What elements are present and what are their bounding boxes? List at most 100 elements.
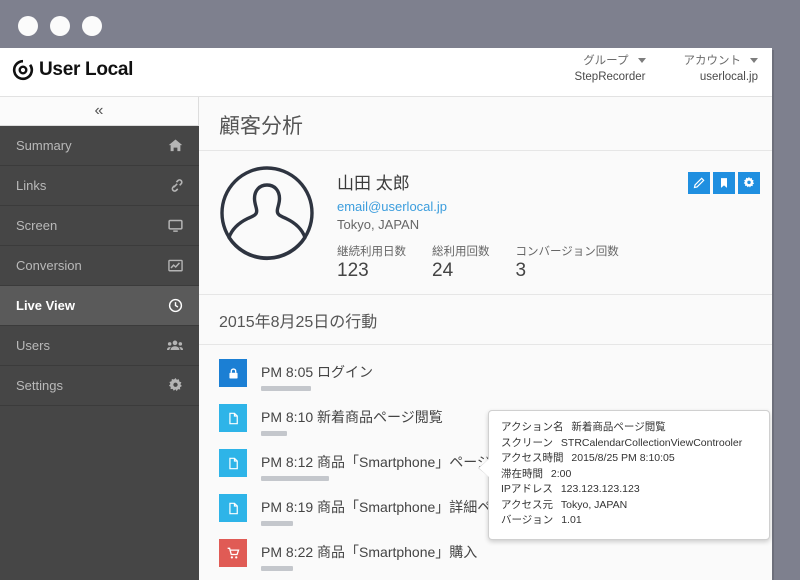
timeline-event-text: PM 8:22 商品「Smartphone」購入 [261, 544, 478, 560]
tooltip-row: バージョン 1.01 [501, 513, 759, 529]
tooltip-key: スクリーン [501, 436, 553, 449]
stat-label: 継続利用日数 [337, 246, 406, 258]
tooltip-row: スクリーン STRCalendarCollectionViewControole… [501, 436, 759, 452]
account-menu-label: アカウント [684, 54, 758, 70]
header-menus: グループ StepRecorder アカウント userlocal.jp [575, 54, 758, 85]
tooltip-key: アクセス元 [501, 498, 553, 511]
stat-value: 123 [337, 260, 369, 281]
sidebar-item-label: Users [16, 338, 50, 353]
stat-value: 3 [515, 260, 527, 281]
tooltip-value: 新着商品ページ閲覧 [571, 421, 666, 433]
activity-section-title: 2015年8月25日の行動 [199, 295, 772, 345]
tooltip-key: アクション名 [501, 421, 564, 433]
stat-total-uses: 総利用回数 24 [432, 243, 490, 282]
minimize-dot[interactable] [50, 16, 70, 36]
timeline-event-bar [261, 566, 293, 571]
sidebar-item-label: Screen [16, 218, 58, 233]
chevron-down-icon [637, 58, 646, 64]
sidebar-collapse-button[interactable]: « [0, 97, 199, 126]
timeline-event[interactable]: PM 8:05 ログイン [219, 359, 772, 391]
profile-location: Tokyo, JAPAN [337, 217, 420, 232]
profile-email[interactable]: email@userlocal.jp [337, 199, 752, 214]
stat-label: 総利用回数 [432, 246, 490, 258]
stat-value: 24 [432, 260, 454, 281]
customer-profile: 山田 太郎 email@userlocal.jp Tokyo, JAPAN 継続… [199, 151, 772, 295]
timeline-event-text: PM 8:10 新着商品ページ閲覧 [261, 409, 443, 425]
stat-conversions: コンバージョン回数 3 [516, 243, 619, 282]
gear-icon [168, 378, 183, 393]
timeline-event-bar [261, 476, 329, 481]
timeline-event-body: PM 8:22 商品「Smartphone」購入 [261, 539, 477, 571]
timeline-event-bar [261, 386, 311, 391]
cart-icon [219, 539, 247, 567]
tooltip-row: アクション名 新着商品ページ閲覧 [501, 420, 759, 436]
bookmark-button[interactable] [713, 172, 735, 194]
tooltip-value: 1.01 [561, 514, 582, 527]
tooltip-value: STRCalendarCollectionViewControoler [560, 436, 743, 449]
timeline-event-text: PM 8:05 ログイン [261, 364, 374, 380]
user-avatar-icon [219, 165, 315, 261]
chart-icon [168, 258, 183, 273]
home-icon [168, 138, 183, 153]
link-icon [168, 178, 183, 193]
window-chrome [0, 0, 800, 48]
timeline-event[interactable]: PM 8:22 商品「Smartphone」購入 [219, 539, 772, 571]
account-menu[interactable]: アカウント userlocal.jp [684, 54, 758, 85]
sidebar: « Summary Links Screen Conversion Live V… [0, 97, 199, 580]
sidebar-item-screen[interactable]: Screen [0, 206, 199, 246]
stat-label: コンバージョン回数 [515, 246, 619, 258]
monitor-icon [168, 218, 183, 233]
sidebar-item-label: Links [16, 178, 47, 193]
sidebar-item-label: Settings [16, 378, 63, 393]
account-menu-value: userlocal.jp [699, 70, 758, 83]
tooltip-row: IPアドレス 123.123.123.123 [501, 482, 759, 498]
userlocal-c-mark-icon [12, 59, 34, 81]
timeline-event-bar [261, 431, 287, 436]
group-menu[interactable]: グループ StepRecorder [575, 54, 646, 85]
tooltip-key: 滞在時間 [501, 467, 543, 480]
sidebar-item-summary[interactable]: Summary [0, 126, 199, 166]
tooltip-key: バージョン [501, 514, 554, 527]
sidebar-item-conversion[interactable]: Conversion [0, 246, 199, 286]
tooltip-value: Tokyo, JAPAN [560, 498, 628, 511]
sidebar-item-links[interactable]: Links [0, 166, 199, 206]
timeline-event-body: PM 8:05 ログイン [261, 359, 373, 391]
app-logo-text: User Local [39, 59, 134, 80]
sidebar-item-label: Conversion [16, 258, 82, 273]
profile-stats: 継続利用日数 123 総利用回数 24 コンバージョン回数 3 [337, 243, 752, 282]
edit-button[interactable] [688, 172, 710, 194]
clock-icon [168, 298, 183, 313]
window-controls [18, 16, 102, 36]
sidebar-item-label: Summary [16, 138, 72, 153]
tooltip-value: 2015/8/25 PM 8:10:05 [571, 452, 675, 465]
sidebar-item-users[interactable]: Users [0, 326, 199, 366]
group-menu-label: グループ [575, 54, 646, 70]
maximize-dot[interactable] [82, 16, 102, 36]
tooltip-value: 2:00 [550, 467, 572, 480]
users-icon [167, 338, 183, 353]
profile-actions [688, 172, 760, 194]
group-menu-value: StepRecorder [574, 70, 646, 83]
settings-button[interactable] [738, 172, 760, 194]
tooltip-row: アクセス時間 2015/8/25 PM 8:10:05 [501, 451, 759, 467]
sidebar-item-live-view[interactable]: Live View [0, 286, 199, 326]
document-icon [219, 494, 247, 522]
sidebar-filler [0, 406, 199, 580]
app-header: User Local グループ StepRecorder アカウント userl… [0, 48, 772, 97]
sidebar-item-settings[interactable]: Settings [0, 366, 199, 406]
tooltip-row: 滞在時間 2:00 [501, 467, 759, 483]
event-detail-tooltip: アクション名 新着商品ページ閲覧 スクリーン STRCalendarCollec… [478, 410, 770, 540]
timeline-event-body: PM 8:10 新着商品ページ閲覧 [261, 404, 443, 436]
app-logo[interactable]: User Local [12, 59, 133, 81]
lock-icon [219, 359, 247, 387]
timeline-event-bar [261, 521, 293, 526]
sidebar-item-label: Live View [16, 298, 76, 313]
tooltip-row: アクセス元 Tokyo, JAPAN [501, 498, 759, 514]
tooltip-value: 123.123.123.123 [560, 483, 640, 496]
page-title: 顧客分析 [199, 97, 772, 151]
browser-page: User Local グループ StepRecorder アカウント userl… [0, 48, 772, 580]
close-dot[interactable] [18, 16, 38, 36]
document-icon [219, 449, 247, 477]
chevron-down-icon [750, 58, 758, 64]
document-icon [219, 404, 247, 432]
